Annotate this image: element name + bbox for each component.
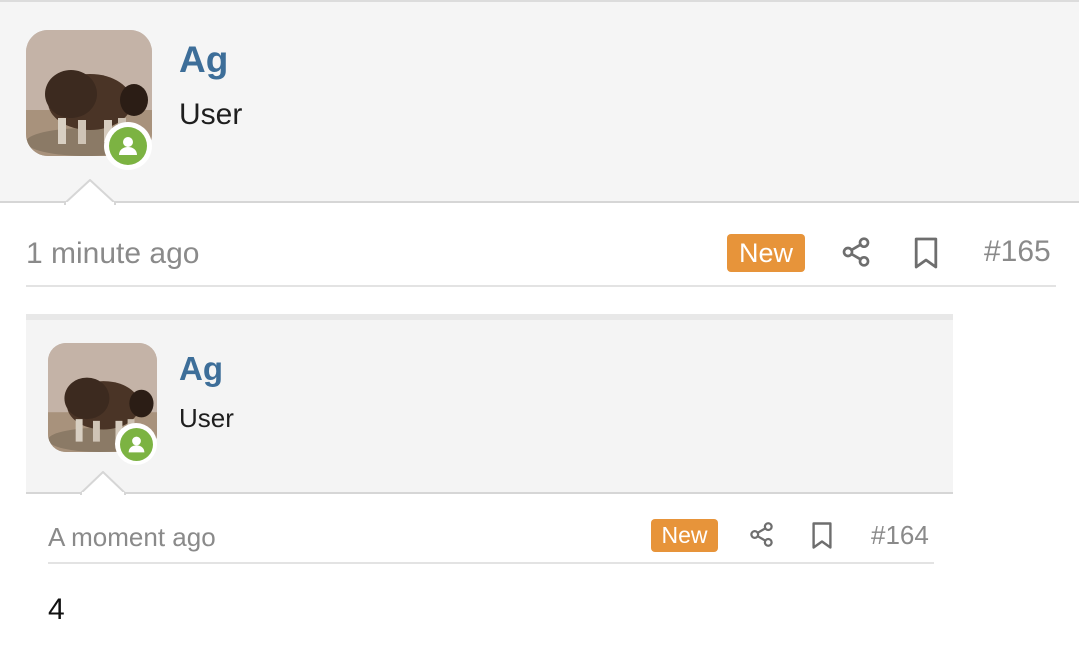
post-164-header: [26, 314, 953, 494]
share-icon[interactable]: [836, 232, 876, 272]
new-badge: New: [727, 234, 805, 272]
share-icon[interactable]: [744, 517, 778, 551]
post-number[interactable]: #165: [984, 234, 1051, 270]
post-number[interactable]: #164: [871, 519, 929, 551]
username[interactable]: Ag: [179, 350, 223, 388]
username[interactable]: Ag: [179, 38, 228, 82]
user-role: User: [179, 98, 243, 131]
header-pointer: [80, 471, 126, 495]
divider: [48, 562, 934, 564]
online-status-icon: [115, 423, 157, 465]
post-time[interactable]: A moment ago: [48, 521, 216, 553]
new-badge: New: [651, 519, 718, 552]
post-time[interactable]: 1 minute ago: [26, 236, 199, 272]
divider: [26, 285, 1056, 287]
online-status-icon: [104, 122, 152, 170]
post-body: 4: [48, 593, 65, 626]
header-pointer: [64, 179, 116, 205]
user-role: User: [179, 403, 234, 433]
bookmark-icon[interactable]: [805, 517, 839, 553]
post-165-header: [0, 0, 1079, 203]
bookmark-icon[interactable]: [906, 232, 946, 274]
